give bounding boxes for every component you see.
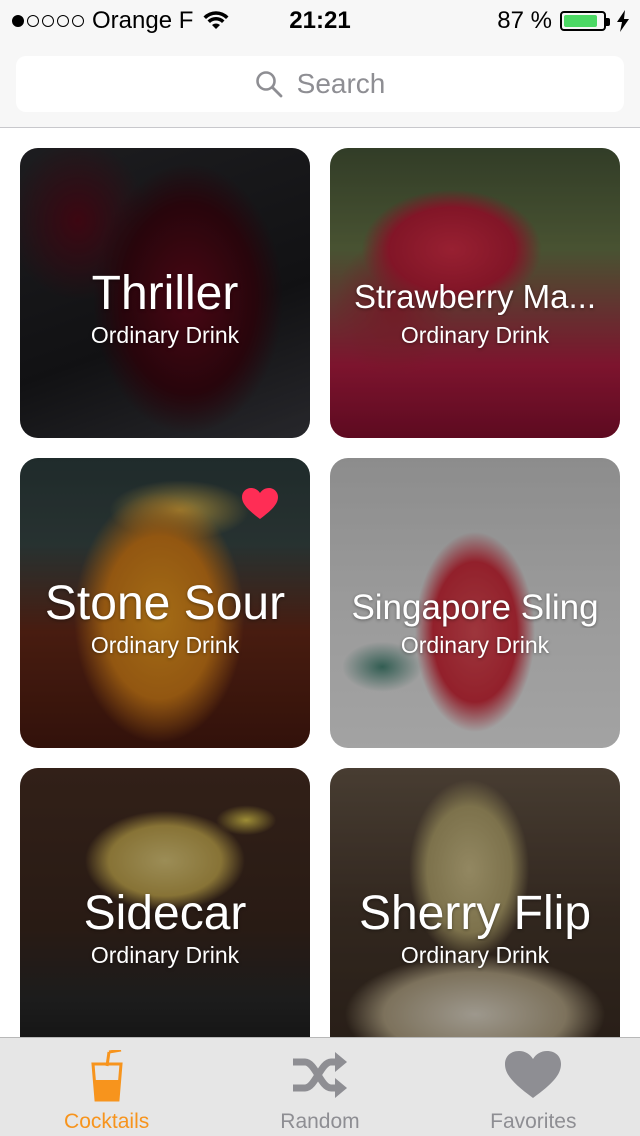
cocktail-card-sherry-flip[interactable]: Sherry Flip Ordinary Drink [330,768,620,1037]
cocktail-card-stone-sour[interactable]: Stone Sour Ordinary Drink [20,458,310,748]
search-icon [255,71,283,98]
tab-cocktails[interactable]: Cocktails [0,1038,213,1136]
tab-bar: Cocktails Random Favorites [0,1037,640,1136]
search-input[interactable]: Search [16,56,624,112]
heart-icon [505,1051,562,1098]
cocktail-category: Ordinary Drink [400,322,550,348]
cocktail-glass-icon [91,1050,123,1102]
tab-label: Cocktails [64,1110,150,1133]
charging-bolt-icon [617,10,629,32]
cocktail-card-strawberry-margarita[interactable]: Strawberry Ma... Ordinary Drink [330,148,620,438]
tab-favorites[interactable]: Favorites [427,1038,640,1136]
cocktail-name: Strawberry Ma... [353,278,597,315]
battery-fill [564,15,598,27]
shuffle-icon [292,1052,347,1098]
battery-percent: 87 % [497,7,552,34]
cocktail-category: Ordinary Drink [400,632,550,658]
search-placeholder: Search [296,68,386,99]
tab-random[interactable]: Random [213,1038,426,1136]
cocktail-name: Singapore Sling [351,588,599,627]
cocktail-category: Ordinary Drink [400,942,550,968]
cocktail-name: Stone Sour [44,577,286,630]
favorite-heart-icon[interactable] [242,488,278,520]
status-bar: Orange F 21:21 87 % [0,0,640,40]
cocktail-name: Thriller [91,267,239,320]
cocktail-category: Ordinary Drink [90,632,240,658]
cocktail-card-sidecar[interactable]: Sidecar Ordinary Drink [20,768,310,1037]
cocktail-card-thriller[interactable]: Thriller Ordinary Drink [20,148,310,438]
tab-label: Random [280,1110,360,1133]
cocktail-category: Ordinary Drink [90,322,240,348]
cocktail-category: Ordinary Drink [90,942,240,968]
search-bar: Search [0,40,640,128]
cocktail-name: Sidecar [83,887,247,940]
cocktail-grid: Thriller Ordinary Drink Strawberry Ma...… [0,129,640,1037]
status-right: 87 % [497,6,630,36]
battery-cap [606,18,610,26]
cocktail-card-singapore-sling[interactable]: Singapore Sling Ordinary Drink [330,458,620,748]
battery-icon [560,11,610,31]
cocktail-name: Sherry Flip [358,887,592,940]
tab-label: Favorites [490,1110,577,1133]
